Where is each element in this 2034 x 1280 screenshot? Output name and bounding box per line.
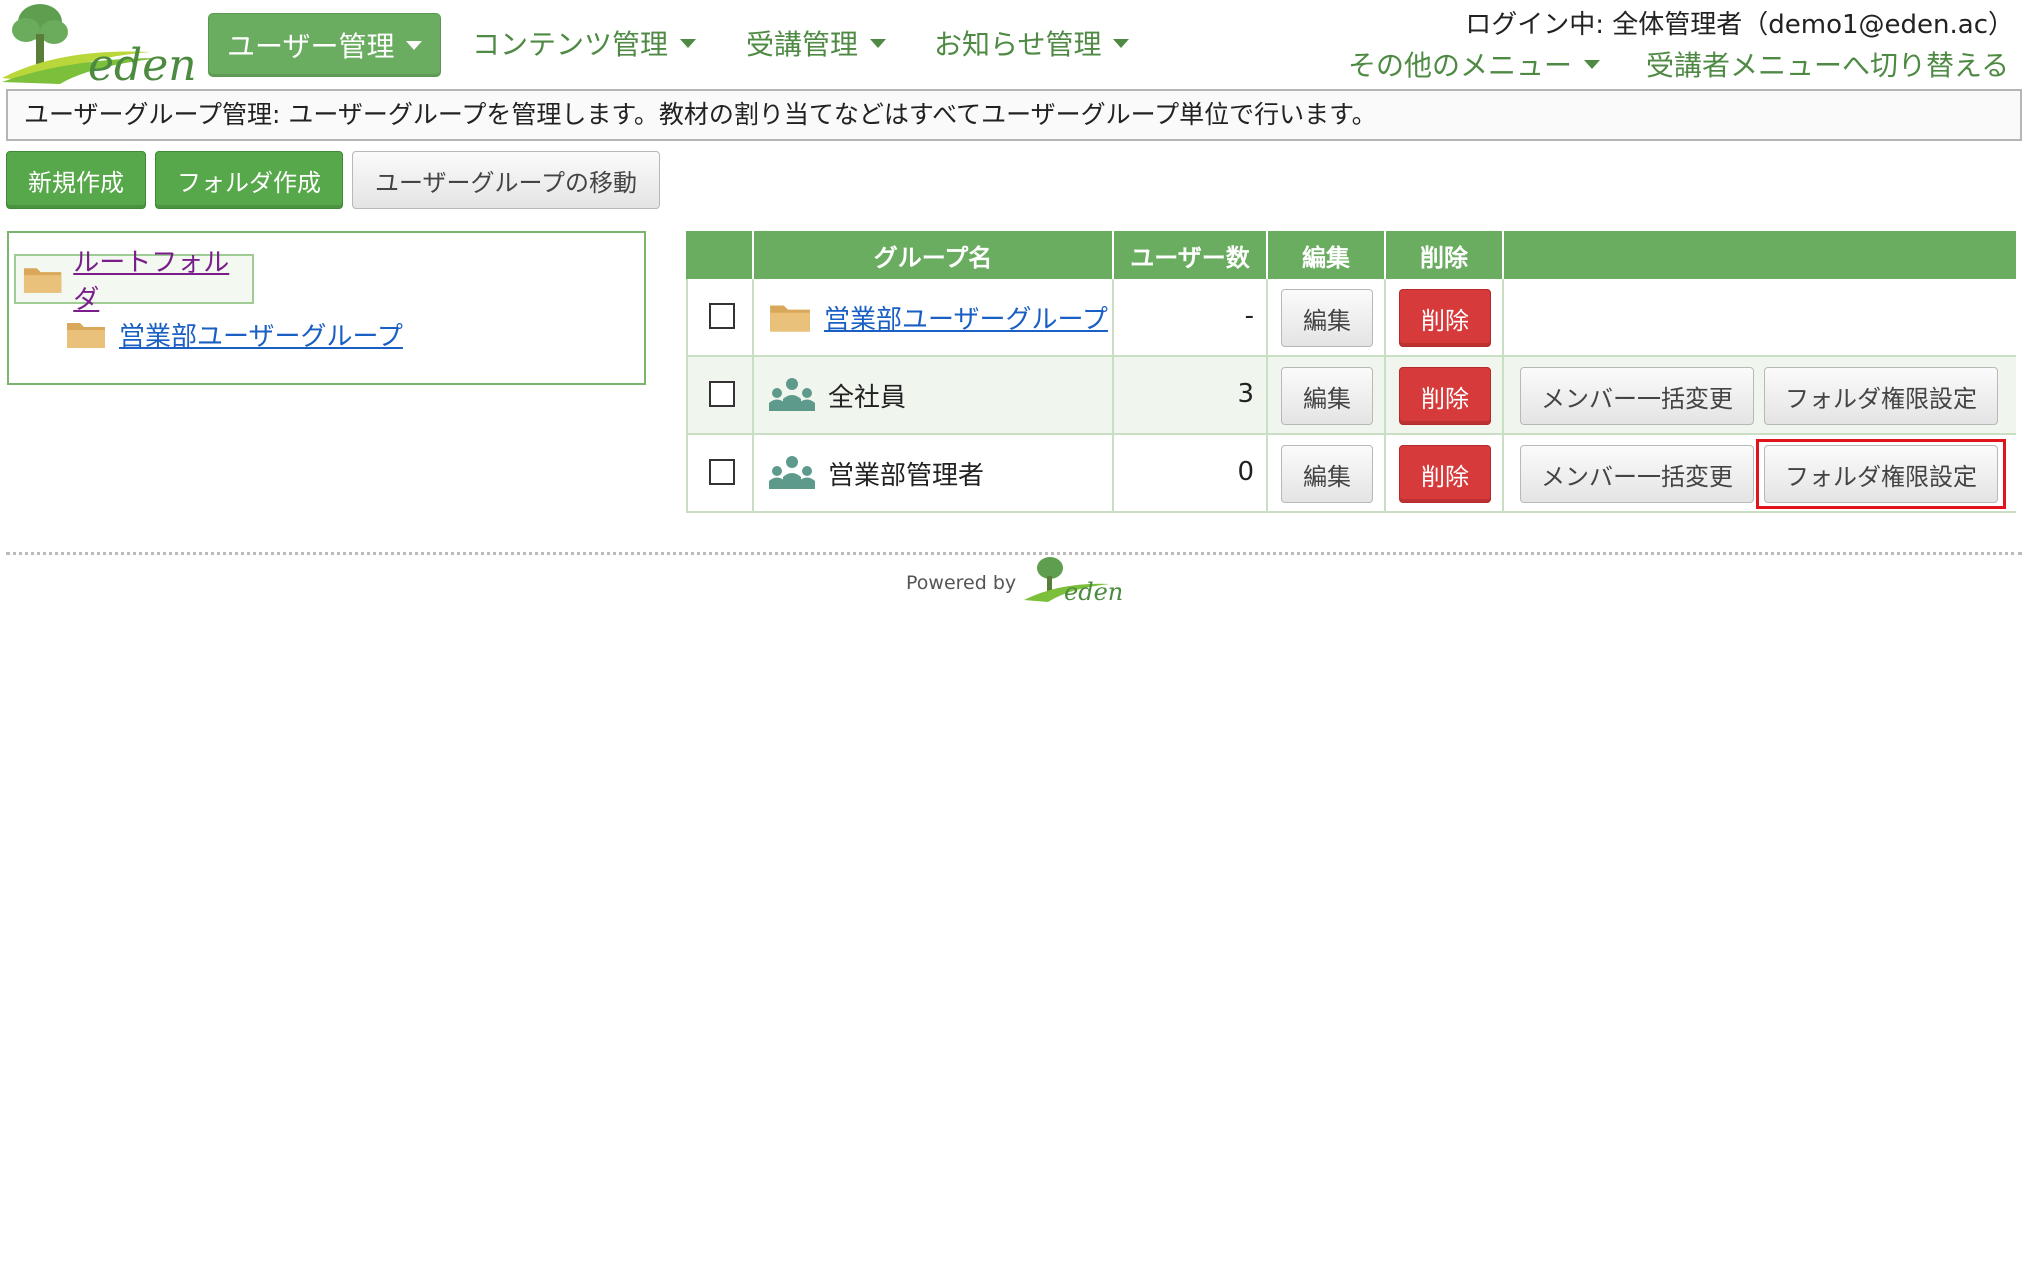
user-count: 0 (1237, 457, 1254, 487)
chevron-down-icon (1584, 59, 1601, 69)
delete-button[interactable]: 削除 (1399, 367, 1491, 425)
logo-text: eden (88, 40, 195, 86)
group-name: 営業部管理者 (828, 460, 985, 491)
bulk-member-change-button[interactable]: メンバー一括変更 (1520, 445, 1754, 503)
chevron-down-icon (406, 40, 423, 50)
folder-permission-button[interactable]: フォルダ権限設定 (1764, 367, 1998, 425)
table-row: 全社員 3 編集 削除 メンバー一括変更 フォルダ権限設定 (686, 357, 2016, 435)
chevron-down-icon (680, 38, 697, 48)
create-folder-button[interactable]: フォルダ作成 (155, 151, 343, 209)
nav-user-management[interactable]: ユーザー管理 (208, 13, 442, 77)
tree-item-root[interactable]: ルートフォルダ (14, 248, 254, 315)
folder-permission-button[interactable]: フォルダ権限設定 (1764, 445, 1998, 503)
nav-label: 受講管理 (746, 28, 859, 61)
nav-label: ユーザー管理 (227, 30, 395, 63)
row-checkbox[interactable] (709, 381, 735, 407)
nav-news-management[interactable]: お知らせ管理 (934, 18, 1130, 68)
group-table: グループ名 ユーザー数 編集 削除 営業部ユーザーグループ - 編集 削除 全社… (686, 231, 2016, 514)
root-folder-link[interactable]: ルートフォルダ (73, 242, 252, 316)
group-name-link[interactable]: 営業部ユーザーグループ (824, 299, 1108, 336)
edit-button[interactable]: 編集 (1281, 445, 1373, 503)
chevron-down-icon (1113, 38, 1130, 48)
table-row: 営業部ユーザーグループ - 編集 削除 (686, 279, 2016, 357)
chevron-down-icon (870, 38, 887, 48)
bulk-member-change-button[interactable]: メンバー一括変更 (1520, 367, 1754, 425)
login-info: ログイン中: 全体管理者（demo1@eden.ac） (1465, 10, 2014, 40)
powered-by: Powered by eden (906, 556, 1130, 604)
header-group-name: グループ名 (754, 231, 1114, 279)
group-name: 全社員 (828, 382, 907, 413)
edit-button[interactable]: 編集 (1281, 367, 1373, 425)
other-menu[interactable]: その他のメニュー (1348, 44, 1601, 84)
edit-button[interactable]: 編集 (1281, 289, 1373, 347)
nav-label: お知らせ管理 (934, 28, 1102, 61)
move-group-button[interactable]: ユーザーグループの移動 (352, 151, 660, 209)
user-count: 3 (1237, 379, 1254, 409)
table-row: 営業部管理者 0 編集 削除 メンバー一括変更 フォルダ権限設定 (686, 435, 2016, 513)
folder-icon (23, 268, 62, 293)
footer-eden-logo: eden (1024, 557, 1123, 604)
header-checkbox (686, 231, 754, 279)
footer-divider (6, 552, 2022, 555)
header-user-count: ユーザー数 (1114, 231, 1268, 279)
footer-logo-text: eden (1064, 578, 1123, 604)
sales-group-folder-link[interactable]: 営業部ユーザーグループ (119, 316, 403, 353)
row-checkbox[interactable] (709, 459, 735, 485)
other-menu-label: その他のメニュー (1348, 49, 1573, 82)
row-checkbox[interactable] (709, 303, 735, 329)
header-edit: 編集 (1268, 231, 1386, 279)
folder-icon (770, 305, 810, 332)
user-group-icon (769, 456, 815, 489)
user-group-icon (769, 378, 815, 411)
eden-logo[interactable]: eden (0, 0, 195, 86)
user-count: - (1244, 301, 1254, 331)
page-description: ユーザーグループ管理: ユーザーグループを管理します。教材の割り当てなどはすべて… (6, 89, 2022, 141)
powered-by-text: Powered by (906, 572, 1017, 594)
new-button[interactable]: 新規作成 (6, 151, 146, 209)
delete-button[interactable]: 削除 (1399, 445, 1491, 503)
nav-label: コンテンツ管理 (472, 28, 669, 61)
header-actions (1504, 231, 2016, 279)
delete-button[interactable]: 削除 (1399, 289, 1491, 347)
header-delete: 削除 (1386, 231, 1504, 279)
nav-content-management[interactable]: コンテンツ管理 (472, 18, 697, 68)
tree-item-sales[interactable]: 営業部ユーザーグループ (65, 309, 403, 359)
switch-to-learner-menu[interactable]: 受講者メニューへ切り替える (1646, 44, 2009, 84)
folder-tree: ルートフォルダ 営業部ユーザーグループ (7, 231, 646, 385)
folder-icon (67, 323, 105, 348)
nav-course-management[interactable]: 受講管理 (746, 18, 887, 68)
